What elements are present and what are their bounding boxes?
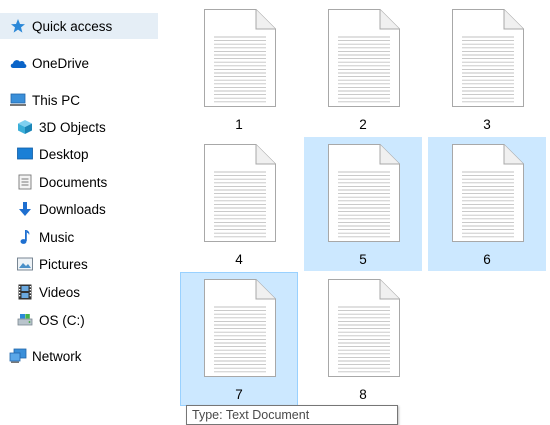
file-name: 8 <box>359 387 367 402</box>
nav-item-label: Quick access <box>32 18 113 34</box>
file-name: 2 <box>359 117 367 132</box>
nav-item-network[interactable]: Network <box>0 343 158 369</box>
file-name: 4 <box>235 252 243 267</box>
computer-icon <box>9 91 27 109</box>
file-name: 5 <box>359 252 367 267</box>
network-icon <box>9 347 27 365</box>
nav-item-label: Network <box>32 348 82 364</box>
documents-icon <box>16 173 34 191</box>
nav-item-videos[interactable]: Videos <box>0 279 158 305</box>
nav-item-desktop[interactable]: Desktop <box>0 141 158 167</box>
file-tile[interactable]: 6 <box>428 137 546 271</box>
file-name: 6 <box>483 252 491 267</box>
file-name: 3 <box>483 117 491 132</box>
file-tile[interactable]: 5 <box>304 137 422 271</box>
file-tooltip: Type: Text Document <box>186 405 398 425</box>
nav-item-label: 3D Objects <box>39 119 106 135</box>
tooltip-text: Type: Text Document <box>192 408 310 422</box>
nav-item-label: Videos <box>39 284 81 300</box>
download-arrow-icon <box>16 200 34 218</box>
pictures-icon <box>16 255 34 273</box>
drive-icon <box>16 311 34 329</box>
text-document-icon <box>204 9 276 107</box>
nav-item-3d-objects[interactable]: 3D Objects <box>0 114 158 140</box>
nav-item-quick-access[interactable]: Quick access <box>0 13 158 39</box>
nav-item-label: OneDrive <box>32 55 90 71</box>
text-document-icon <box>328 279 400 377</box>
nav-item-os-c[interactable]: OS (C:) <box>0 307 158 333</box>
text-document-icon <box>452 144 524 242</box>
file-tile[interactable]: 8 <box>304 272 422 406</box>
file-tile[interactable]: 4 <box>180 137 298 271</box>
nav-item-music[interactable]: Music <box>0 224 158 250</box>
text-document-icon <box>328 9 400 107</box>
file-tile[interactable]: 2 <box>304 2 422 136</box>
text-document-icon <box>452 9 524 107</box>
nav-item-label: Documents <box>39 174 108 190</box>
desktop-icon <box>16 145 34 163</box>
nav-item-label: This PC <box>32 92 81 108</box>
file-name: 7 <box>235 387 243 402</box>
file-list-pane[interactable]: 1 2 3 4 5 6 7 8 <box>160 0 550 419</box>
navigation-pane: Quick access OneDrive This PC 3D Objects… <box>0 0 160 419</box>
text-document-icon <box>204 144 276 242</box>
cube-icon <box>16 118 34 136</box>
nav-item-label: Downloads <box>39 201 106 217</box>
film-icon <box>16 283 34 301</box>
nav-item-onedrive[interactable]: OneDrive <box>0 50 158 76</box>
cloud-icon <box>9 54 27 72</box>
text-document-icon <box>328 144 400 242</box>
star-icon <box>9 17 27 35</box>
nav-item-this-pc[interactable]: This PC <box>0 87 158 113</box>
nav-item-pictures[interactable]: Pictures <box>0 251 158 277</box>
file-name: 1 <box>235 117 243 132</box>
nav-item-label: Desktop <box>39 146 89 162</box>
file-tile[interactable]: 3 <box>428 2 546 136</box>
nav-item-documents[interactable]: Documents <box>0 169 158 195</box>
nav-item-label: Pictures <box>39 256 88 272</box>
file-tile[interactable]: 7 <box>180 272 298 406</box>
text-document-icon <box>204 279 276 377</box>
nav-item-label: OS (C:) <box>39 312 85 328</box>
music-note-icon <box>16 228 34 246</box>
nav-item-downloads[interactable]: Downloads <box>0 196 158 222</box>
file-tile[interactable]: 1 <box>180 2 298 136</box>
nav-item-label: Music <box>39 229 75 245</box>
